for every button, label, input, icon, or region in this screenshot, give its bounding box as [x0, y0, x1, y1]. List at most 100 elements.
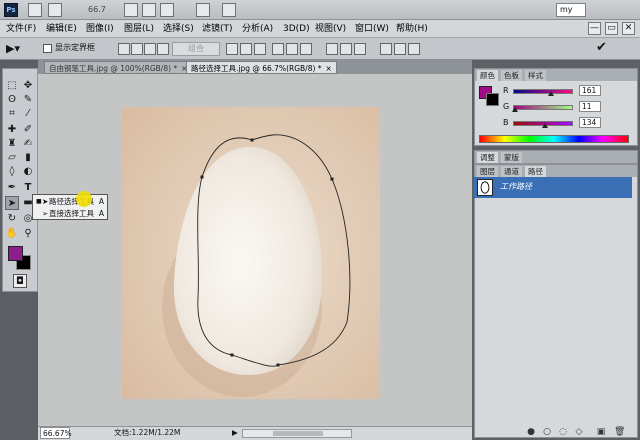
- path-list-item[interactable]: 工作路径: [474, 177, 632, 198]
- zoom-tool-icon[interactable]: [142, 3, 156, 17]
- zoom-value[interactable]: 66.7: [88, 3, 106, 17]
- align-left-icon[interactable]: [272, 43, 284, 55]
- quick-mask-icon[interactable]: ◘: [13, 274, 27, 288]
- anchor-point[interactable]: [330, 177, 334, 181]
- zoom-tool-icon[interactable]: ⚲: [21, 227, 35, 241]
- minimize-button[interactable]: —: [588, 22, 601, 35]
- bridge-icon[interactable]: [28, 3, 42, 17]
- combine-button[interactable]: 组合: [172, 42, 220, 56]
- pen-tool-icon[interactable]: ✒: [5, 181, 19, 195]
- quick-select-tool-icon[interactable]: ✎: [21, 93, 35, 107]
- workspace-select[interactable]: my: [556, 3, 586, 17]
- color-spectrum-ramp[interactable]: [479, 135, 629, 143]
- tab-path-selection[interactable]: 路径选择工具.jpg @ 66.7%(RGB/8) * ×: [186, 61, 337, 74]
- mini-bridge-icon[interactable]: [48, 3, 62, 17]
- distribute-4-icon[interactable]: [380, 43, 392, 55]
- scrollbar-thumb[interactable]: [273, 431, 323, 436]
- menu-help[interactable]: 帮助(H): [396, 23, 428, 35]
- anchor-point[interactable]: [250, 138, 254, 142]
- document-canvas[interactable]: [122, 107, 380, 399]
- tab-masks[interactable]: 蒙版: [501, 152, 522, 163]
- foreground-color-swatch[interactable]: [8, 246, 23, 261]
- menu-window[interactable]: 窗口(W): [355, 23, 389, 35]
- tab-adjustments[interactable]: 调整: [477, 152, 498, 163]
- path-selection-tool-icon[interactable]: ➤: [5, 196, 19, 210]
- menu-select[interactable]: 选择(S): [163, 23, 194, 35]
- blur-tool-icon[interactable]: ◊: [5, 165, 19, 179]
- stroke-path-icon[interactable]: ○: [542, 427, 552, 437]
- distribute-5-icon[interactable]: [394, 43, 406, 55]
- distribute-3-icon[interactable]: [354, 43, 366, 55]
- eraser-tool-icon[interactable]: ▱: [5, 151, 19, 165]
- green-track[interactable]: [513, 105, 573, 110]
- anchor-point[interactable]: [230, 353, 234, 357]
- show-bounds-checkbox[interactable]: [43, 44, 52, 53]
- delete-path-icon[interactable]: 🗑: [614, 427, 625, 437]
- brush-tool-icon[interactable]: ✐: [21, 123, 35, 137]
- history-brush-tool-icon[interactable]: ✍: [21, 137, 35, 151]
- align-bottom-icon[interactable]: [254, 43, 266, 55]
- align-right-icon[interactable]: [300, 43, 312, 55]
- menu-layer[interactable]: 图层(L): [124, 23, 154, 35]
- load-selection-icon[interactable]: ◌: [558, 427, 568, 437]
- distribute-6-icon[interactable]: [408, 43, 420, 55]
- status-zoom-field[interactable]: 66.67%: [40, 427, 72, 439]
- type-tool-icon[interactable]: T: [21, 181, 35, 195]
- lasso-tool-icon[interactable]: ʘ: [5, 93, 19, 107]
- distribute-1-icon[interactable]: [326, 43, 338, 55]
- close-tab-icon[interactable]: ×: [326, 64, 332, 73]
- marquee-tool-icon[interactable]: ⬚: [5, 79, 19, 93]
- green-slider[interactable]: G 11: [503, 101, 633, 113]
- red-slider[interactable]: R 161: [503, 85, 633, 97]
- horizontal-scrollbar[interactable]: [242, 429, 352, 438]
- healing-brush-tool-icon[interactable]: ✚: [5, 123, 19, 137]
- anchor-point[interactable]: [200, 175, 204, 179]
- menu-file[interactable]: 文件(F): [6, 23, 36, 35]
- tab-swatches[interactable]: 色板: [501, 70, 522, 81]
- menu-3d[interactable]: 3D(D): [283, 23, 310, 35]
- menu-view[interactable]: 视图(V): [315, 23, 346, 35]
- blue-knob[interactable]: [541, 123, 548, 128]
- make-work-path-icon[interactable]: ◇: [574, 427, 584, 437]
- flyout-path-selection[interactable]: ■ ➤ 路径选择工具 A: [33, 196, 107, 208]
- flyout-direct-selection[interactable]: ➢ 直接选择工具 A: [33, 208, 107, 220]
- blue-value-field[interactable]: 134: [579, 117, 601, 128]
- canvas-area[interactable]: [38, 74, 472, 426]
- crop-tool-icon[interactable]: ⌗: [5, 107, 19, 121]
- screen-mode-icon[interactable]: [222, 3, 236, 17]
- dodge-tool-icon[interactable]: ◐: [21, 165, 35, 179]
- status-menu-arrow-icon[interactable]: ▶: [232, 427, 238, 439]
- clone-stamp-tool-icon[interactable]: ♜: [5, 137, 19, 151]
- path-intersect-icon[interactable]: [144, 43, 156, 55]
- menu-edit[interactable]: 编辑(E): [46, 23, 77, 35]
- 3d-rotate-tool-icon[interactable]: ↻: [5, 212, 19, 226]
- path-add-icon[interactable]: [118, 43, 130, 55]
- fill-path-icon[interactable]: ●: [526, 427, 536, 437]
- hand-tool-icon[interactable]: [124, 3, 138, 17]
- rotate-view-icon[interactable]: [160, 3, 174, 17]
- menu-filter[interactable]: 滤镜(T): [202, 23, 233, 35]
- align-center-icon[interactable]: [286, 43, 298, 55]
- red-knob[interactable]: [547, 91, 554, 96]
- align-top-icon[interactable]: [226, 43, 238, 55]
- tab-color[interactable]: 颜色: [477, 70, 498, 81]
- path-subtract-icon[interactable]: [131, 43, 143, 55]
- green-knob[interactable]: [512, 107, 519, 112]
- tab-styles[interactable]: 样式: [525, 70, 546, 81]
- tab-layers[interactable]: 图层: [477, 166, 498, 177]
- commit-check-icon[interactable]: ✔: [596, 41, 607, 55]
- arrange-documents-icon[interactable]: [196, 3, 210, 17]
- close-button[interactable]: ✕: [622, 22, 635, 35]
- restore-button[interactable]: ▭: [605, 22, 618, 35]
- tool-preset-icon[interactable]: ▶▾: [6, 42, 28, 56]
- menu-image[interactable]: 图像(I): [86, 23, 114, 35]
- align-middle-icon[interactable]: [240, 43, 252, 55]
- panel-bg-swatch[interactable]: [486, 93, 499, 106]
- menu-analysis[interactable]: 分析(A): [242, 23, 273, 35]
- tab-paths[interactable]: 路径: [525, 166, 546, 177]
- red-track[interactable]: [513, 89, 573, 94]
- red-value-field[interactable]: 161: [579, 85, 601, 96]
- gradient-tool-icon[interactable]: ▮: [21, 151, 35, 165]
- distribute-2-icon[interactable]: [340, 43, 352, 55]
- blue-slider[interactable]: B 134: [503, 117, 633, 129]
